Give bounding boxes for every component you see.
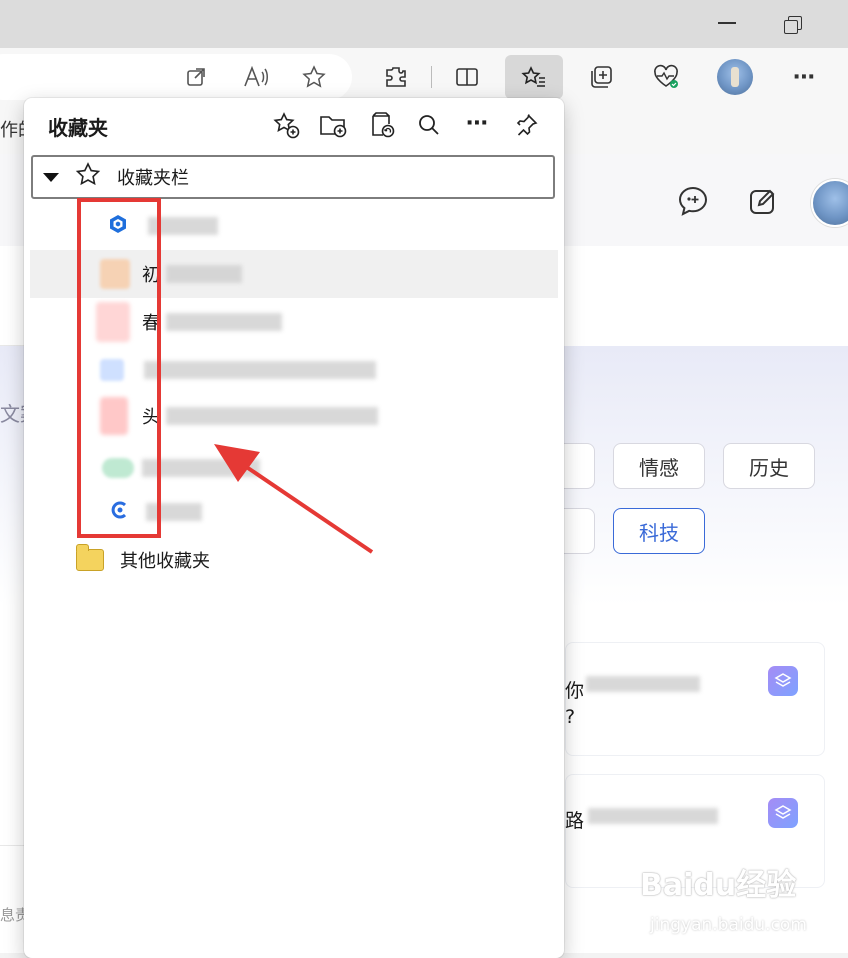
- minimize-icon[interactable]: [718, 22, 736, 24]
- edit-icon[interactable]: [746, 184, 782, 220]
- collections-icon[interactable]: [587, 63, 615, 91]
- highlight-box: [77, 198, 161, 538]
- blurred-label: [166, 313, 282, 331]
- restore-icon[interactable]: [784, 16, 802, 34]
- restore-favorites-icon[interactable]: [367, 110, 397, 140]
- content-card[interactable]: [565, 642, 825, 756]
- left-divider: [0, 345, 24, 346]
- more-icon[interactable]: ⋯: [790, 63, 818, 91]
- add-folder-icon[interactable]: [318, 110, 348, 140]
- health-icon[interactable]: [652, 63, 680, 91]
- blurred-label: [166, 407, 378, 425]
- extensions-icon[interactable]: [382, 63, 410, 91]
- favorites-panel-title: 收藏夹: [48, 116, 108, 140]
- card-text-fragment: ?: [565, 706, 576, 728]
- search-icon[interactable]: [414, 110, 444, 140]
- watermark-url: jingyan.baidu.com: [650, 915, 807, 935]
- blurred-label: [166, 265, 242, 283]
- favorites-bar-label: 收藏夹栏: [117, 168, 189, 189]
- folder-icon: [75, 544, 104, 571]
- card-text-fragment: 路: [565, 810, 585, 832]
- title-bar: [0, 0, 848, 48]
- blurred-text: [586, 676, 700, 692]
- layers-icon: [768, 798, 798, 828]
- annotation-arrow: [214, 444, 374, 554]
- blurred-text: [588, 808, 718, 824]
- add-favorite-icon[interactable]: [271, 110, 301, 140]
- tag-button[interactable]: 情感: [613, 443, 705, 489]
- read-aloud-icon[interactable]: [242, 63, 270, 91]
- expand-arrow-icon[interactable]: [43, 172, 59, 182]
- card-text-fragment: 你: [565, 680, 585, 702]
- more-icon[interactable]: ⋯: [462, 108, 492, 138]
- tag-button[interactable]: 历史: [723, 443, 815, 489]
- left-divider-2: [0, 845, 24, 846]
- layers-icon: [768, 666, 798, 696]
- split-screen-icon[interactable]: [453, 63, 481, 91]
- favorites-icon[interactable]: [520, 63, 548, 91]
- tag-button-selected[interactable]: 科技: [613, 508, 705, 554]
- blurred-label: [144, 361, 376, 379]
- other-favorites-label: 其他收藏夹: [120, 551, 210, 572]
- toolbar-divider: [431, 66, 432, 88]
- profile-avatar[interactable]: [717, 59, 753, 95]
- open-external-icon[interactable]: [182, 63, 210, 91]
- pin-icon[interactable]: [511, 110, 541, 140]
- chat-icon[interactable]: [676, 184, 712, 220]
- watermark-brand: Baidu经验: [640, 868, 797, 903]
- favorite-star-icon[interactable]: [300, 63, 328, 91]
- star-icon: [75, 162, 101, 192]
- favorites-bar-folder[interactable]: 收藏夹栏: [31, 155, 555, 199]
- other-favorites-folder[interactable]: 其他收藏夹: [75, 544, 210, 573]
